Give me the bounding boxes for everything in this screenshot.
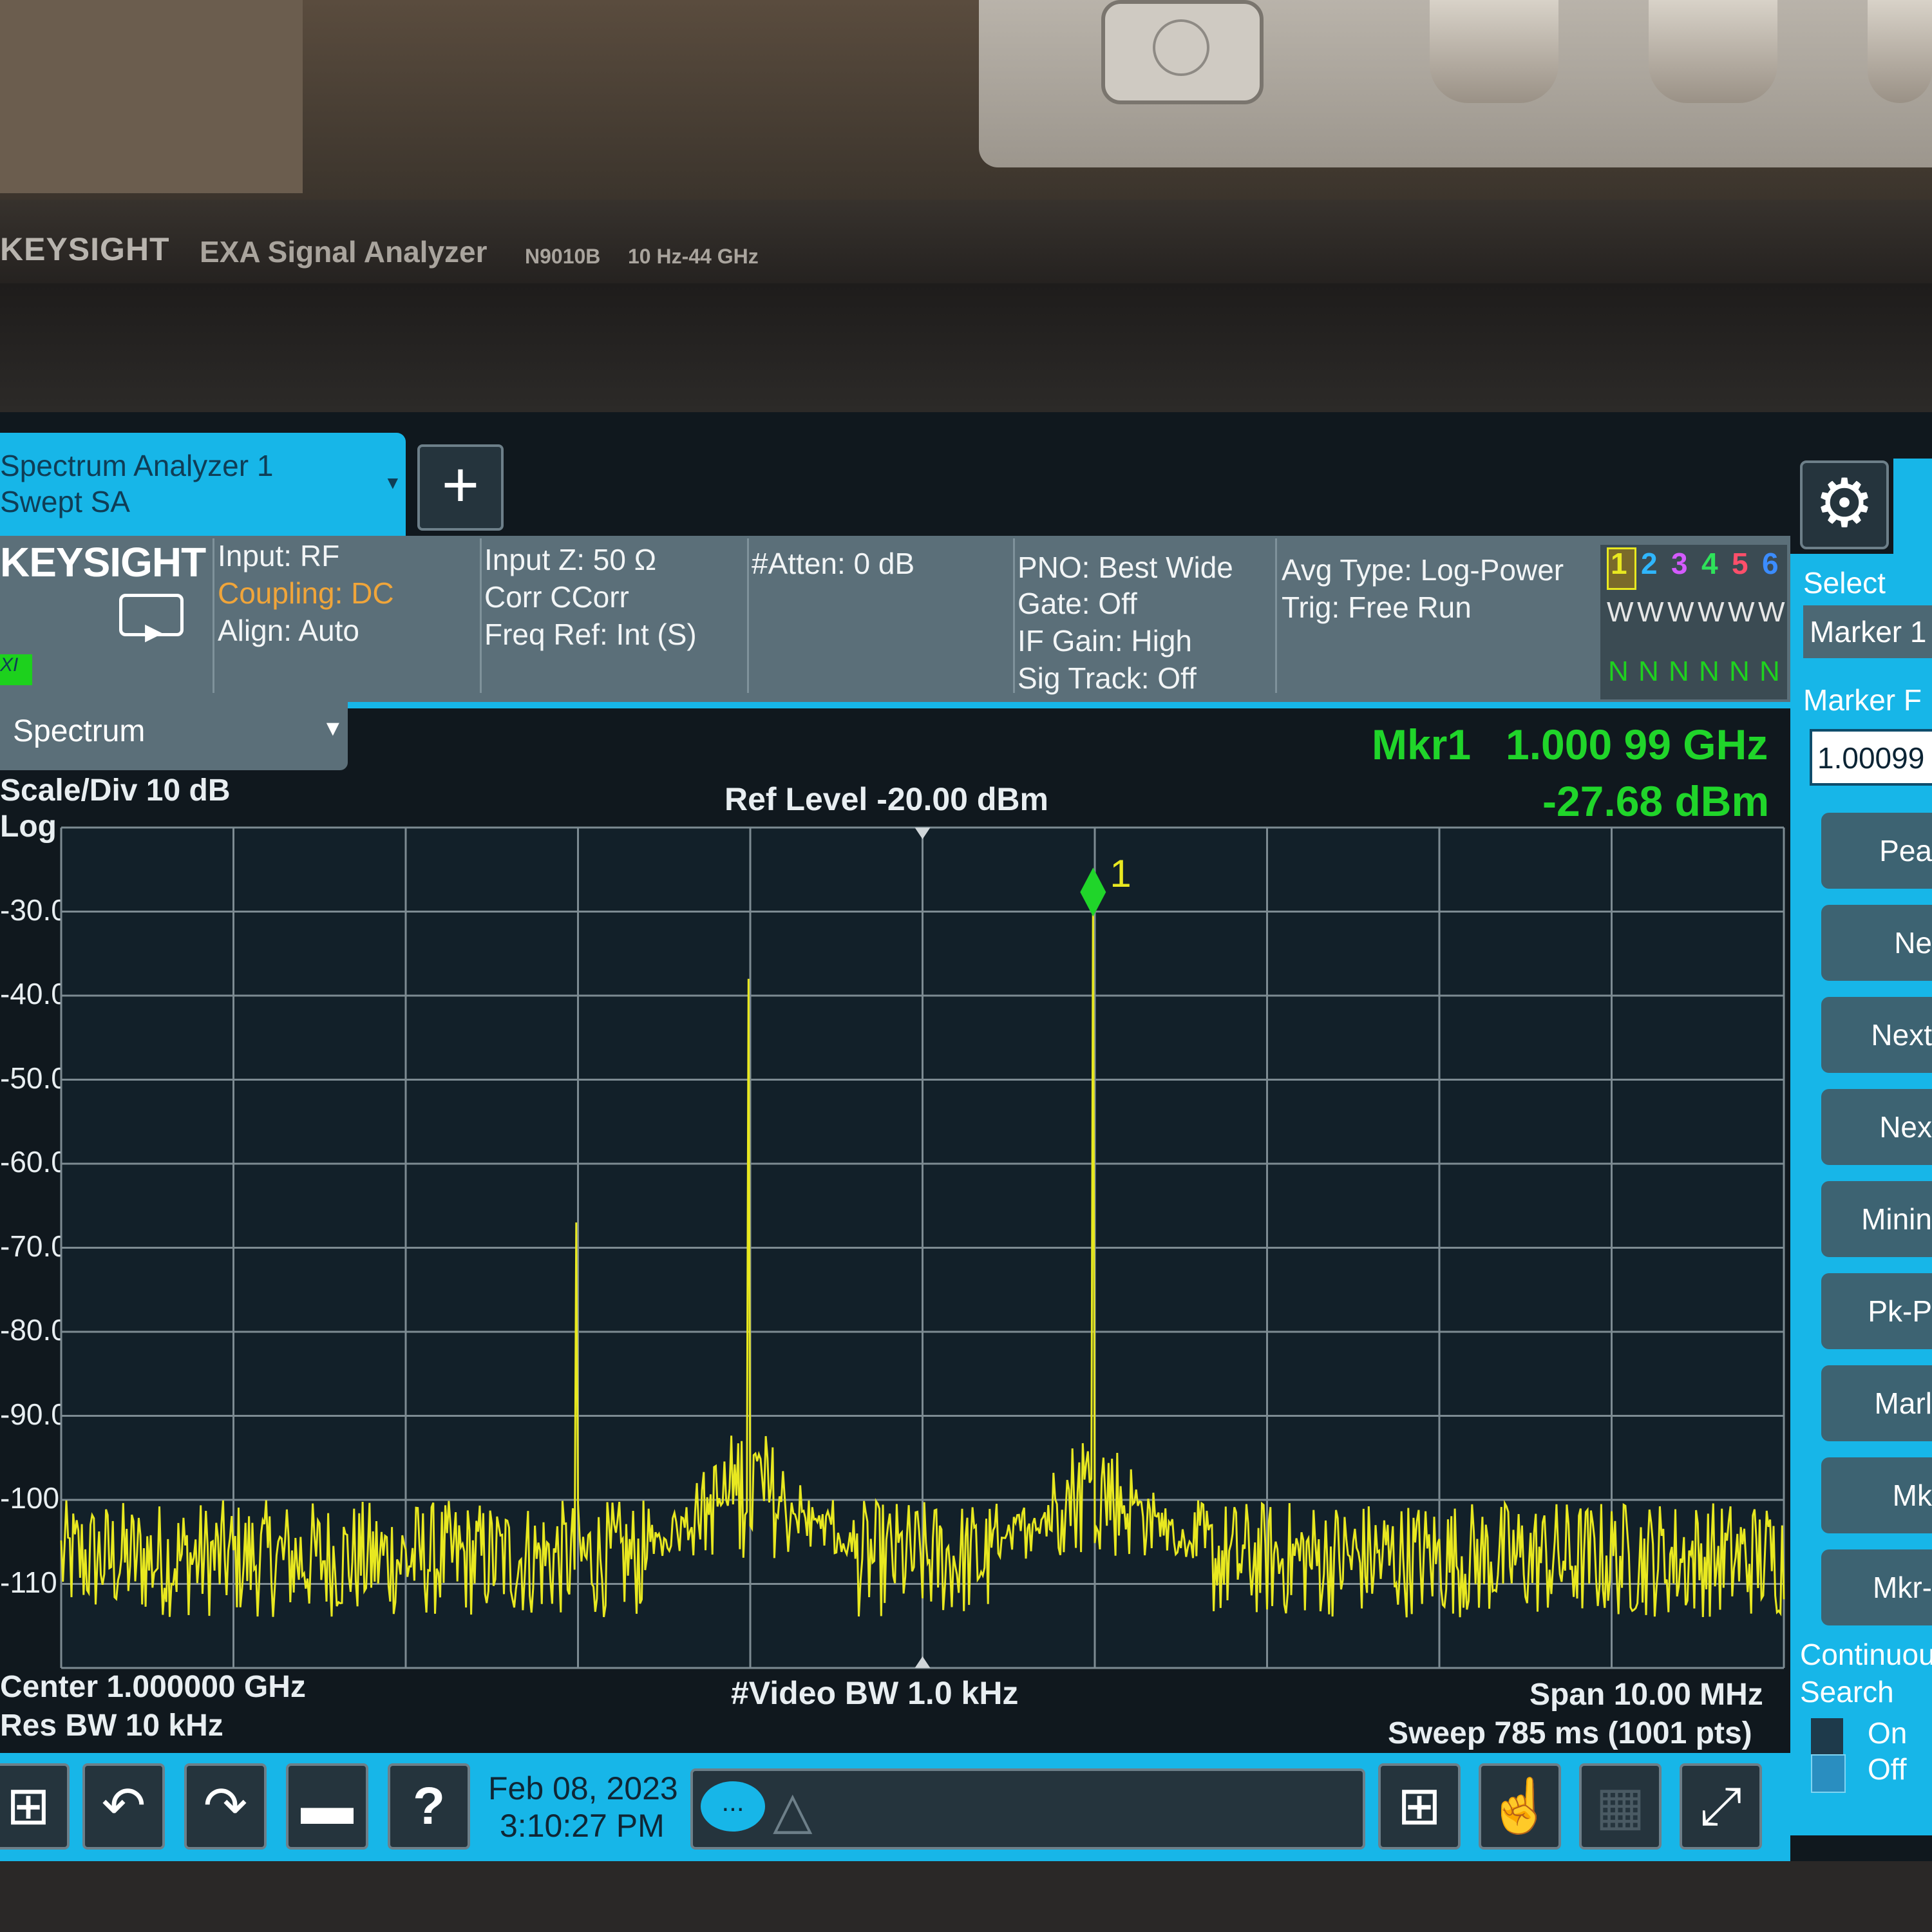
multi-window-icon[interactable]: ▦ (1579, 1763, 1662, 1850)
time-display: 3:10:27 PM (500, 1808, 665, 1844)
folder-icon[interactable]: ▬ (286, 1763, 368, 1850)
redo-icon[interactable]: ↷ (184, 1763, 267, 1850)
touch-icon[interactable]: ☝ (1479, 1763, 1561, 1850)
undo-icon[interactable]: ↶ (82, 1763, 165, 1850)
marker-1-label: 1 (1110, 852, 1131, 895)
video-bandwidth[interactable]: #Video BW 1.0 kHz (731, 1674, 1018, 1712)
frequency-span[interactable]: Span 10.00 MHz (1530, 1677, 1763, 1712)
date-display: Feb 08, 2023 (488, 1770, 678, 1806)
maximize-icon[interactable]: ⤢ (1680, 1763, 1762, 1850)
resolution-bandwidth[interactable]: Res BW 10 kHz (0, 1708, 223, 1743)
window-layout-icon[interactable]: ⊞ (1378, 1763, 1461, 1850)
spectrum-plot[interactable]: 1 (0, 0, 1932, 1932)
sweep-time[interactable]: Sweep 785 ms (1001 pts) (1388, 1716, 1752, 1751)
windows-icon[interactable]: ⊞ (0, 1763, 70, 1850)
center-frequency[interactable]: Center 1.000000 GHz (0, 1669, 306, 1705)
bottom-bezel (0, 1861, 1932, 1932)
help-button[interactable]: ? (388, 1763, 470, 1850)
warning-icon: △ (773, 1781, 813, 1839)
chat-bubble-icon[interactable]: ... (701, 1781, 765, 1832)
